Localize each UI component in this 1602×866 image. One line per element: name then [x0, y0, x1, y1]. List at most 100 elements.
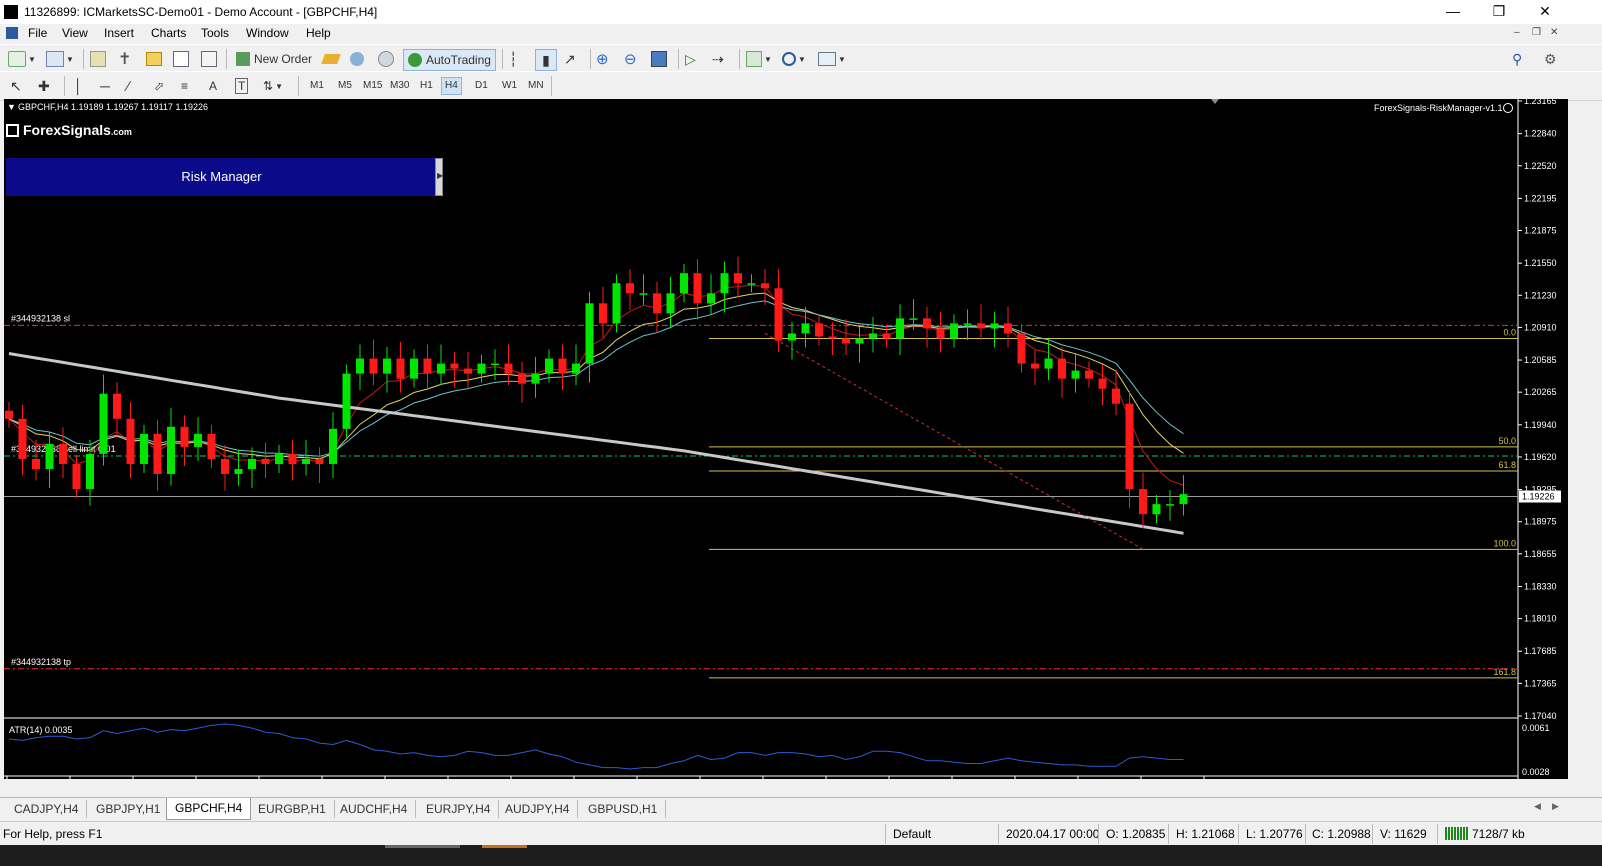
menu-view[interactable]: View [62, 26, 88, 40]
profiles-icon [46, 51, 64, 67]
autotrading-button[interactable]: AutoTrading [403, 49, 496, 71]
status-close: C: 1.20988 [1312, 827, 1371, 841]
menu-file[interactable]: File [28, 26, 47, 40]
zoom-out-button[interactable]: ⊖ [624, 49, 637, 69]
indicators-button[interactable]: ▼ [746, 49, 772, 69]
tab-gbpjpy[interactable]: GBPJPY,H1 [88, 800, 170, 818]
window-title: 11326899: ICMarketsSC-Demo01 - Demo Acco… [24, 5, 378, 19]
brand-suffix: .com [110, 127, 132, 137]
signals-button[interactable] [321, 49, 341, 69]
tab-eurjpy[interactable]: EURJPY,H4 [418, 800, 500, 818]
arrows-tool[interactable]: ⇅ ▼ [263, 76, 283, 96]
title-bar: 11326899: ICMarketsSC-Demo01 - Demo Acco… [0, 0, 1602, 25]
tab-gbpchf[interactable]: GBPCHF,H4 [166, 798, 252, 820]
radio-button[interactable] [378, 49, 394, 69]
templates-button[interactable]: ▼ [818, 49, 846, 69]
tf-m5[interactable]: M5 [335, 78, 355, 94]
price-chart[interactable]: 1.23165 1.22840 1.22520 1.22195 1.21875 1.215… [4, 99, 1568, 779]
candle-bearish [5, 410, 13, 419]
tabs-scroll-right-icon[interactable]: ▶ [1552, 801, 1559, 812]
channel-tool[interactable]: ⬀ [154, 76, 164, 96]
text-tool[interactable]: A [209, 76, 217, 96]
horizontal-line-tool[interactable]: ─ [100, 76, 110, 96]
market-watch-icon [90, 51, 106, 67]
candle-bullish [707, 293, 715, 304]
tf-h1[interactable]: H1 [417, 78, 436, 94]
candle-bullish [45, 443, 54, 469]
trendline-tool[interactable]: ∕ [127, 76, 129, 96]
candle-bullish [869, 333, 877, 339]
tabs-scroll-left-icon[interactable]: ◀ [1534, 801, 1541, 812]
tf-m30[interactable]: M30 [387, 78, 412, 94]
tab-cadjpy[interactable]: CADJPY,H4 [6, 800, 88, 818]
menu-insert[interactable]: Insert [104, 26, 134, 40]
drawing-toolbar: ↖ ✚ │ ─ ∕ ⬀ ≡ A T ⇅ ▼ M1 M5 M15 M30 H1 H4… [0, 71, 1602, 101]
candle-bearish [1085, 370, 1093, 379]
maximize-button[interactable]: ❐ [1476, 0, 1522, 24]
tile-windows-button[interactable] [651, 49, 667, 69]
menu-help[interactable]: Help [306, 26, 331, 40]
tf-h4[interactable]: H4 [441, 77, 462, 95]
brand-icon [6, 123, 19, 137]
chart-window[interactable]: 1.23165 1.22840 1.22520 1.22195 1.21875 1.215… [4, 99, 1568, 779]
zoom-in-button[interactable]: ⊕ [596, 49, 609, 69]
navigator-button[interactable] [146, 49, 162, 69]
tab-eurgbp[interactable]: EURGBP,H1 [250, 800, 335, 818]
strategy-tester-button[interactable] [201, 49, 217, 69]
terminal-button[interactable] [173, 49, 189, 69]
tf-m1[interactable]: M1 [307, 78, 327, 94]
tf-d1[interactable]: D1 [472, 78, 491, 94]
candles [5, 256, 1188, 529]
new-chart-button[interactable]: ▼ [8, 49, 36, 69]
market-button[interactable] [350, 49, 364, 69]
crosshair-tool[interactable]: ✚ [38, 76, 50, 96]
risk-manager-panel[interactable]: Risk Manager [6, 158, 437, 196]
tf-mn[interactable]: MN [525, 78, 547, 94]
menu-window[interactable]: Window [246, 26, 289, 40]
mdi-chart-icon[interactable] [6, 27, 18, 39]
tf-m15[interactable]: M15 [360, 78, 385, 94]
candle-bullish [342, 373, 351, 429]
horizontal-line-icon: ─ [100, 78, 110, 94]
brand-logo: ForexSignals .com [6, 120, 132, 140]
chart-shift-marker[interactable] [1211, 99, 1219, 104]
search-button[interactable]: ⚲ [1512, 49, 1522, 69]
tab-audjpy[interactable]: AUDJPY,H4 [497, 800, 579, 818]
market-watch-button[interactable] [90, 49, 106, 69]
mdi-restore-icon[interactable]: ❐ [1532, 27, 1541, 38]
menu-tools[interactable]: Tools [201, 26, 229, 40]
community-button[interactable]: ⚙ [1544, 49, 1557, 69]
candle-bullish [747, 283, 756, 285]
candle-bullish [491, 363, 499, 366]
vertical-line-tool[interactable]: │ [74, 76, 83, 96]
bar-chart-button[interactable]: ┆ [509, 49, 517, 69]
periods-button[interactable]: ▼ [782, 49, 806, 69]
panel-collapse-handle[interactable]: ▶ [435, 158, 443, 196]
candle-bullish [234, 468, 243, 475]
new-order-button[interactable]: New Order [236, 49, 312, 69]
data-window-button[interactable]: ✝ [118, 49, 131, 69]
fibonacci-tool[interactable]: ≡ [181, 76, 188, 96]
autoscroll-button[interactable]: ▷ [685, 49, 696, 69]
minimize-button[interactable]: — [1430, 0, 1476, 24]
mdi-minimize-icon[interactable]: – [1514, 27, 1520, 38]
mdi-close-icon[interactable]: ✕ [1550, 27, 1558, 38]
cursor-tool[interactable]: ↖ [10, 76, 22, 96]
candle-bearish [315, 458, 324, 464]
candle-bullish [801, 323, 810, 334]
chart-shift-button[interactable]: ⇢ [712, 49, 724, 69]
fibonacci-levels: 0.0 50.0 61.8 100.0 161.8 [709, 327, 1518, 679]
label-tool[interactable]: T [235, 76, 249, 96]
candle-bullish [950, 323, 958, 339]
close-button[interactable]: ✕ [1522, 0, 1568, 24]
menu-charts[interactable]: Charts [151, 26, 186, 40]
candle-bullish [666, 293, 675, 314]
autoscroll-icon: ▷ [685, 50, 696, 67]
tab-audchf[interactable]: AUDCHF,H4 [332, 800, 417, 818]
line-chart-button[interactable]: ↗ [564, 49, 576, 69]
profiles-button[interactable]: ▼ [46, 49, 74, 69]
tf-w1[interactable]: W1 [499, 78, 520, 94]
candle-bearish [1031, 363, 1039, 369]
tab-gbpusd[interactable]: GBPUSD,H1 [580, 800, 667, 818]
candlestick-button[interactable]: ▮ [535, 49, 557, 71]
